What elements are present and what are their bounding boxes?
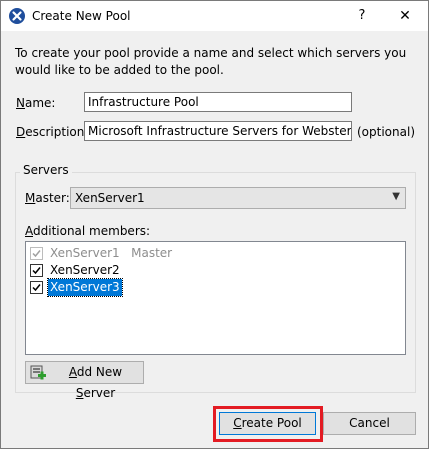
- title-bar: Create New Pool ? ✕: [1, 1, 428, 31]
- intro-text: To create your pool provide a name and s…: [15, 46, 407, 77]
- master-select[interactable]: XenServer1 ▼: [70, 187, 406, 209]
- master-label: Master:: [25, 191, 70, 205]
- add-new-server-button[interactable]: Add New Server: [25, 361, 144, 400]
- member-name: XenServer1 Master: [50, 246, 173, 260]
- name-label: Name:: [16, 96, 56, 110]
- member-checkbox[interactable]: [30, 264, 43, 277]
- chevron-down-icon: ▼: [392, 191, 400, 202]
- master-select-value: XenServer1: [75, 191, 145, 205]
- optional-label: (optional): [357, 125, 415, 139]
- window-title: Create New Pool: [32, 9, 131, 23]
- member-checkbox: [30, 247, 43, 260]
- member-name[interactable]: XenServer2: [48, 262, 122, 279]
- member-checkbox[interactable]: [30, 281, 43, 294]
- add-new-server-label: Add New Server: [68, 365, 123, 400]
- members-list[interactable]: XenServer1 Master XenServer2 XenServer3: [25, 241, 406, 355]
- add-server-icon: [30, 365, 46, 380]
- member-name[interactable]: XenServer3: [47, 278, 123, 297]
- help-button[interactable]: ?: [345, 3, 379, 29]
- description-label: Description:: [16, 125, 89, 139]
- xenserver-app-icon: [9, 8, 25, 24]
- create-pool-button[interactable]: Create Pool: [219, 412, 316, 435]
- additional-members-label: Additional members:: [25, 224, 151, 238]
- create-new-pool-dialog: Create New Pool ? ✕ To create your pool …: [0, 0, 429, 449]
- description-input[interactable]: Microsoft Infrastructure Servers for Web…: [84, 121, 352, 141]
- servers-group-title: Servers: [20, 163, 72, 177]
- cancel-button[interactable]: Cancel: [323, 412, 416, 435]
- name-input[interactable]: Infrastructure Pool: [84, 92, 352, 112]
- close-button[interactable]: ✕: [387, 3, 423, 29]
